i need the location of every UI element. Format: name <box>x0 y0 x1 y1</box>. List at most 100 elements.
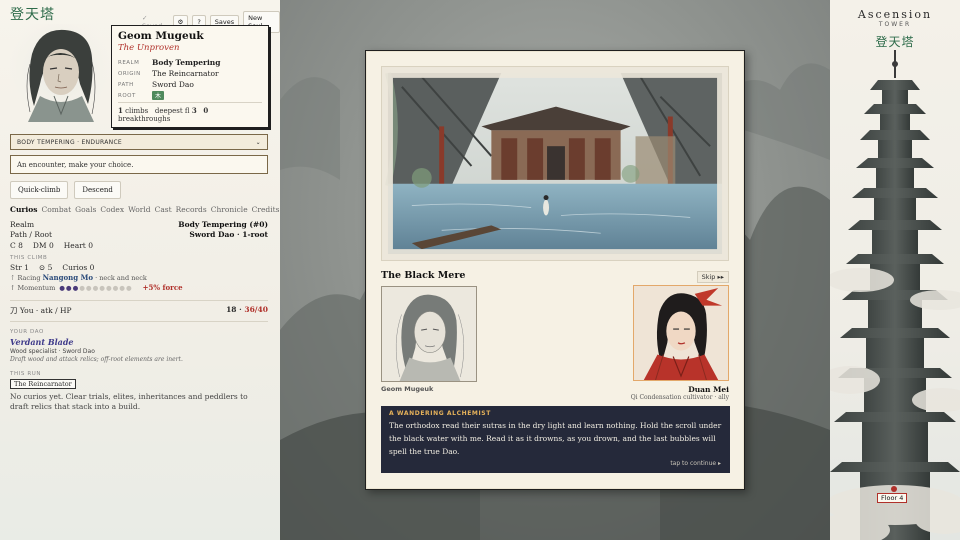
tab-codex[interactable]: Codex <box>100 205 124 214</box>
breakthroughs-label: breakthroughs <box>118 115 171 123</box>
current-floor-badge[interactable]: Floor 4 <box>877 493 908 503</box>
dao-subtitle: Wood specialist · Sword Dao <box>10 348 95 355</box>
racing-label: ⇡ Racing <box>10 274 41 282</box>
descend-button[interactable]: Descend <box>74 181 121 199</box>
character-name: Geom Mugeuk <box>118 30 204 42</box>
hp-value: 36/40 <box>244 305 268 314</box>
dialog-text: The orthodox read their sutras in the dr… <box>389 421 722 456</box>
stat-c: C 8 <box>10 241 23 250</box>
tower-panel: Ascension TOWER 登天塔 Floor 4 <box>830 0 960 540</box>
tab-curios[interactable]: Curios <box>10 205 37 214</box>
tab-credits[interactable]: Credits <box>252 205 280 214</box>
rival-name: Nangong Mo <box>42 273 94 282</box>
stat-curios: Curios 0 <box>62 263 95 272</box>
realm-value: Body Tempering (#0) <box>178 220 268 229</box>
stat-root: ROOT 木 <box>118 91 262 100</box>
curios-empty-message: No curios yet. Clear trials, elites, inh… <box>10 392 248 411</box>
scene-illustration <box>381 66 729 261</box>
encounter-title: The Black Mere <box>381 270 466 281</box>
continue-prompt[interactable]: tap to continue ▸ <box>670 460 721 467</box>
character-panel: 登天塔 ✓ Saved ⚙ ? Saves New Soul Geom Muge… <box>0 0 280 540</box>
this-climb-label: THIS CLIMB <box>10 255 48 261</box>
stat-key: PATH <box>118 81 134 88</box>
current-floor-marker <box>891 486 897 492</box>
quick-climb-button[interactable]: Quick-climb <box>10 181 69 199</box>
climbs-count: 1 <box>118 106 123 115</box>
realm-selector[interactable]: BODY TEMPERING · ENDURANCE ⌄ <box>10 134 268 150</box>
stat-realm: REALM Body Tempering <box>118 58 262 67</box>
stats-block: Realm Body Tempering (#0) Path / Root Sw… <box>10 220 268 322</box>
root-badge: 木 <box>152 91 165 100</box>
tower-title: Ascension <box>857 8 933 21</box>
hp-values: 18 · 36/40 <box>226 305 268 316</box>
tab-combat[interactable]: Combat <box>41 205 71 214</box>
tab-goals[interactable]: Goals <box>75 205 96 214</box>
stat-origin: ORIGIN The Reincarnator <box>118 69 262 78</box>
stat-coins: ⊙ 5 <box>38 263 53 272</box>
stat-value: The Reincarnator <box>152 69 219 78</box>
character-card: Geom Mugeuk The Unproven REALM Body Temp… <box>111 25 269 128</box>
path-value: Sword Dao · 1-root <box>189 230 268 239</box>
encounter-dialog: The Black Mere Skip ▸▸ Geom Mugeuk Duan … <box>365 50 745 490</box>
stat-key: ROOT <box>118 92 136 99</box>
dialog-speaker: A WANDERING ALCHEMIST <box>389 410 491 417</box>
path-row: Path / Root Sword Dao · 1-root <box>10 230 268 240</box>
dao-name: Verdant Blade <box>10 337 74 347</box>
character-summary: 1 climbs deepest fl 3 0 breakthroughs <box>118 102 262 123</box>
deepest-label: deepest fl <box>154 107 190 115</box>
hp-row: 刀 You · atk / HP 18 · 36/40 <box>10 300 268 322</box>
momentum-row: ↑ Momentum ●●●●●●●●●●● +5% force <box>10 283 268 293</box>
chevron-down-icon: ⌄ <box>255 138 261 146</box>
info-tabs: Curios Combat Goals Codex World Cast Rec… <box>10 205 279 214</box>
encounter-stage: The Black Mere Skip ▸▸ Geom Mugeuk Duan … <box>280 0 830 540</box>
tab-world[interactable]: World <box>128 205 151 214</box>
path-label: Path / Root <box>10 230 53 239</box>
tab-cast[interactable]: Cast <box>155 205 172 214</box>
game-logo: 登天塔 <box>10 7 55 23</box>
tab-chronicle[interactable]: Chronicle <box>211 205 248 214</box>
this-run-label: THIS RUN <box>10 371 42 377</box>
realm-selector-label: BODY TEMPERING · ENDURANCE <box>17 138 123 146</box>
tower-subtitle: TOWER <box>878 21 912 28</box>
npc-subtitle: Qi Condensation cultivator · ally <box>630 394 729 401</box>
climb-stats: Str 1 ⊙ 5 Curios 0 <box>10 263 268 273</box>
stat-key: REALM <box>118 59 140 66</box>
skip-button[interactable]: Skip ▸▸ <box>696 271 729 283</box>
stat-heart: Heart 0 <box>63 241 93 250</box>
character-title: The Unproven <box>118 43 180 53</box>
force-bonus: +5% force <box>142 283 183 292</box>
tab-records[interactable]: Records <box>176 205 207 214</box>
npc-portrait <box>633 285 729 381</box>
momentum-label: ↑ Momentum <box>10 284 56 292</box>
momentum-filled: ●●● <box>59 284 80 292</box>
realm-label: Realm <box>10 220 35 229</box>
encounter-prompt: An encounter, make your choice. <box>10 155 268 174</box>
climbs-label: climbs <box>125 107 149 115</box>
tower-illustration <box>830 50 960 540</box>
player-name: Geom Mugeuk <box>381 385 434 393</box>
action-buttons: Quick-climb Descend <box>10 181 121 199</box>
racing-row: ⇡ Racing Nangong Mo · neck and neck <box>10 273 268 283</box>
stat-key: ORIGIN <box>118 70 141 77</box>
core-stats: C 8 DM 0 Heart 0 <box>10 241 268 251</box>
stat-path: PATH Sword Dao <box>118 80 262 89</box>
atk-value: 18 <box>226 305 237 314</box>
stat-dm: DM 0 <box>32 241 54 250</box>
stat-str: Str 1 <box>10 263 29 272</box>
hp-label: 刀 You · atk / HP <box>10 306 72 315</box>
your-dao-label: YOUR DAO <box>10 329 44 335</box>
stat-value: Sword Dao <box>152 80 194 89</box>
momentum-meter: ●●●●●●●●●●● <box>59 283 132 293</box>
breakthroughs-count: 0 <box>203 106 209 115</box>
dao-block: YOUR DAO Verdant Blade Wood specialist ·… <box>10 325 268 389</box>
character-portrait <box>10 24 110 122</box>
realm-row: Realm Body Tempering (#0) <box>10 220 268 230</box>
racing-status: · neck and neck <box>95 274 147 282</box>
stat-value: Body Tempering <box>152 58 221 67</box>
player-portrait <box>381 286 477 382</box>
npc-name: Duan Mei <box>688 385 729 394</box>
deepest-count: 3 <box>191 106 197 115</box>
momentum-empty: ●●●●●●●● <box>79 284 133 292</box>
dialog-box[interactable]: A WANDERING ALCHEMIST The orthodox read … <box>381 406 730 473</box>
tower-chinese-title: 登天塔 <box>875 35 915 49</box>
